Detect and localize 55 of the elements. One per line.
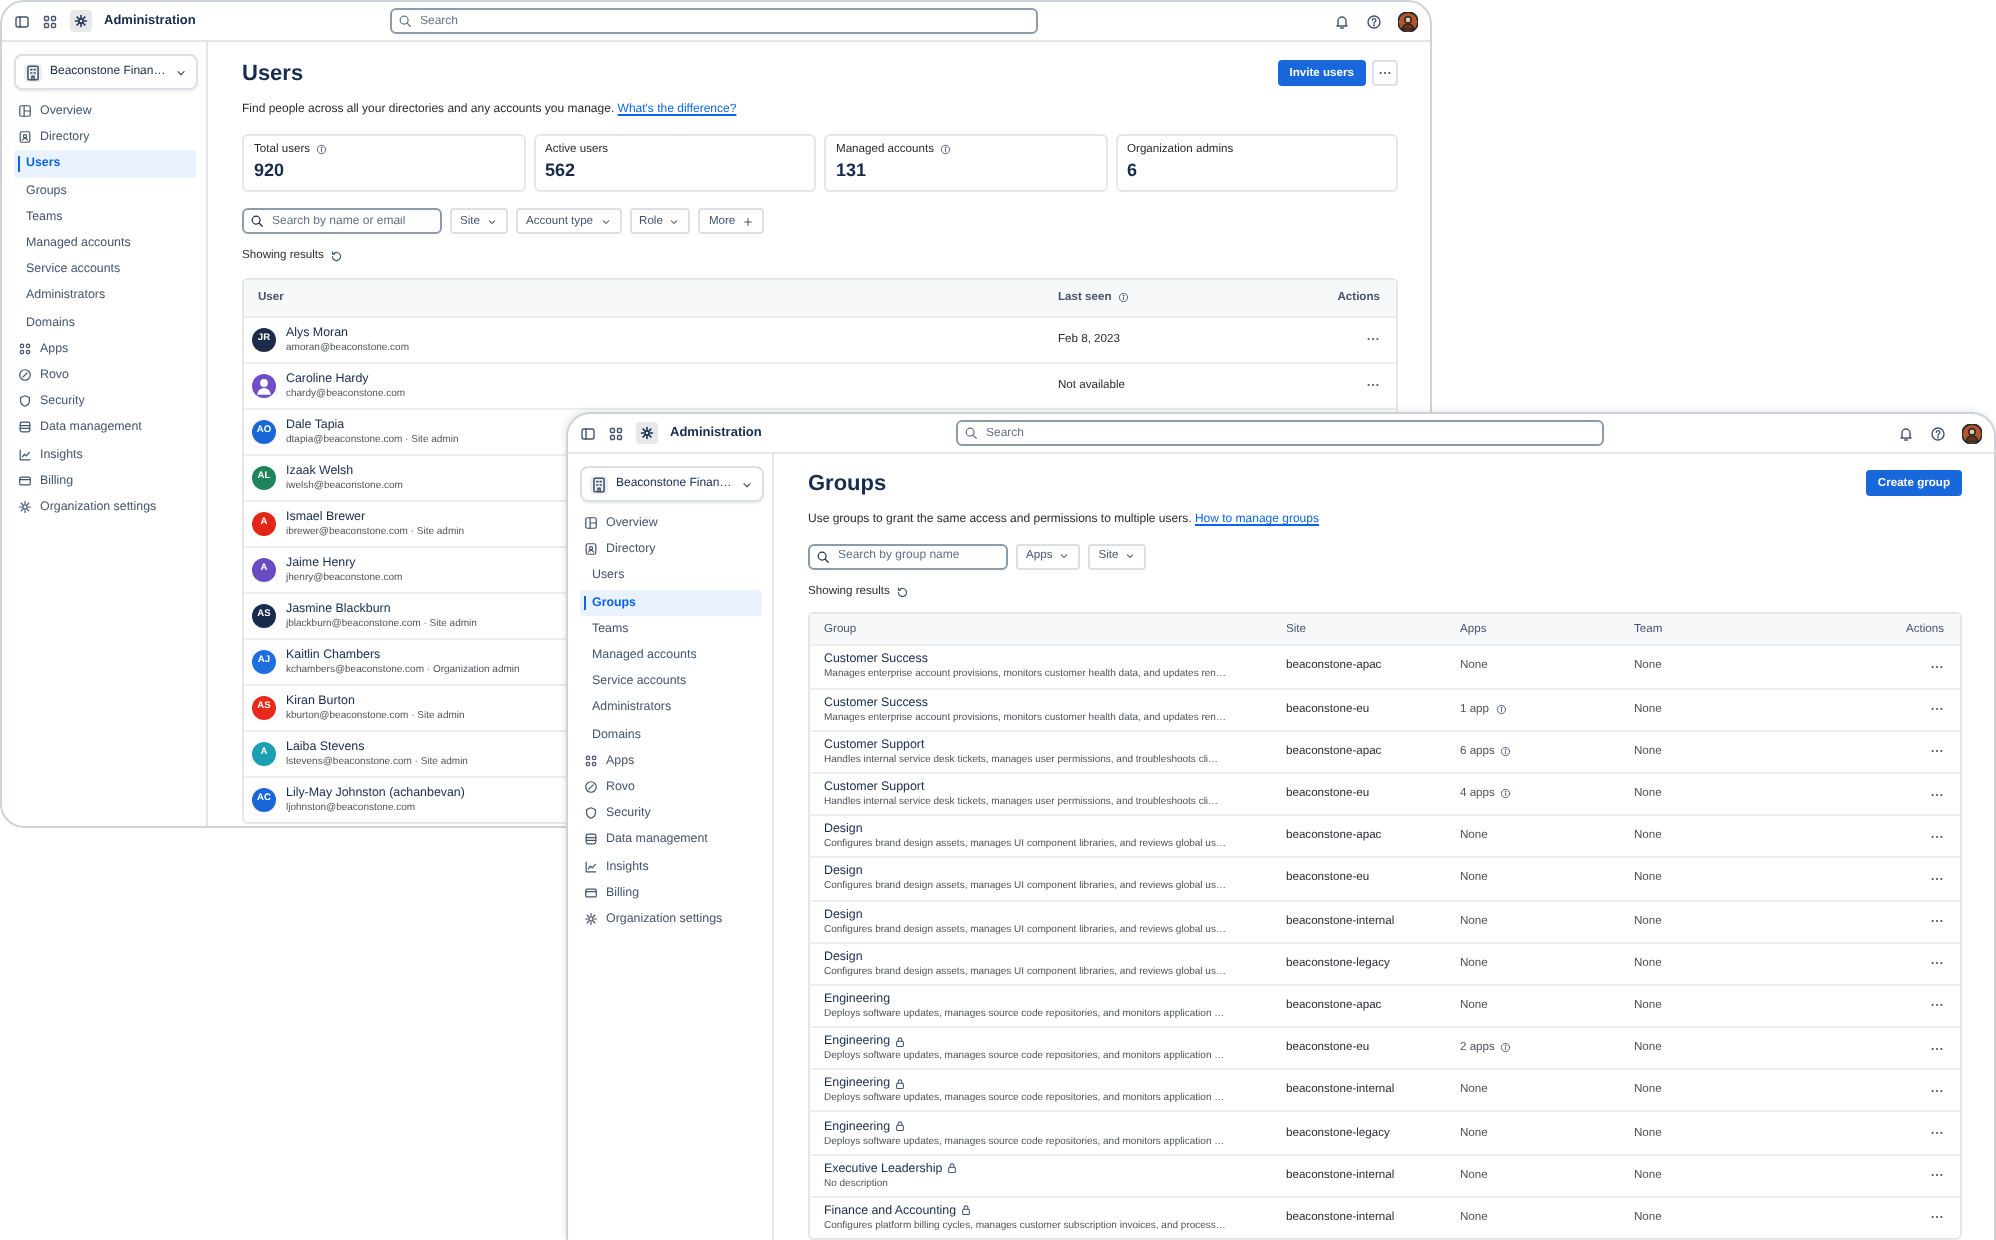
card-icon (18, 473, 32, 488)
chevron-icon (1058, 550, 1071, 563)
refresh-icon[interactable] (329, 250, 343, 263)
settings-icon (636, 422, 658, 444)
stat-value: 920 (254, 160, 287, 180)
notifications-icon[interactable] (1334, 13, 1350, 29)
contact-card-icon (584, 542, 598, 557)
circle-icon (584, 779, 598, 794)
chart-icon (584, 859, 598, 874)
info-icon[interactable] (316, 144, 328, 156)
contact-card-icon (18, 130, 32, 145)
layout-icon (584, 516, 598, 531)
plus-icon (741, 215, 754, 227)
help-icon[interactable] (1930, 425, 1946, 441)
chart-icon (18, 447, 32, 462)
page-title: Groups (808, 471, 887, 496)
refresh-icon[interactable] (895, 585, 909, 599)
chevron-icon (174, 65, 188, 79)
app-switcher-icon[interactable] (608, 425, 624, 441)
circle-icon (18, 367, 32, 382)
grid-icon (18, 341, 32, 356)
database-icon (584, 832, 598, 847)
info-icon[interactable] (1500, 746, 1512, 758)
info-icon[interactable] (940, 144, 951, 156)
info-icon[interactable] (1500, 1042, 1512, 1054)
building-icon (24, 63, 42, 81)
sidebar-toggle-icon[interactable] (14, 13, 30, 29)
info-icon[interactable] (1500, 788, 1512, 800)
sidebar-toggle-icon[interactable] (580, 425, 596, 441)
chevron-icon (599, 215, 612, 227)
card-icon (584, 885, 598, 900)
settings-icon (584, 911, 598, 926)
settings-icon (70, 10, 92, 32)
notifications-icon[interactable] (1898, 425, 1914, 441)
stat-value: 131 (836, 160, 869, 180)
settings-icon (18, 499, 32, 514)
user-avatar[interactable] (1962, 423, 1982, 443)
database-icon (18, 420, 32, 435)
layout-icon (18, 104, 32, 119)
shield-icon (18, 394, 32, 409)
info-icon[interactable] (1117, 291, 1129, 303)
chevron-icon (740, 477, 754, 491)
info-icon[interactable] (1495, 703, 1507, 715)
help-icon[interactable] (1366, 13, 1382, 29)
page-title: Users (242, 61, 304, 85)
grid-icon (584, 753, 598, 768)
app-switcher-icon[interactable] (42, 13, 58, 29)
chevron-icon (1124, 550, 1137, 563)
chevron-icon (668, 215, 681, 227)
user-avatar[interactable] (1398, 11, 1418, 31)
chevron-icon (486, 215, 498, 227)
stat-value: 6 (1127, 160, 1140, 180)
stat-value: 562 (545, 160, 578, 180)
building-icon (590, 475, 608, 493)
shield-icon (584, 806, 598, 821)
